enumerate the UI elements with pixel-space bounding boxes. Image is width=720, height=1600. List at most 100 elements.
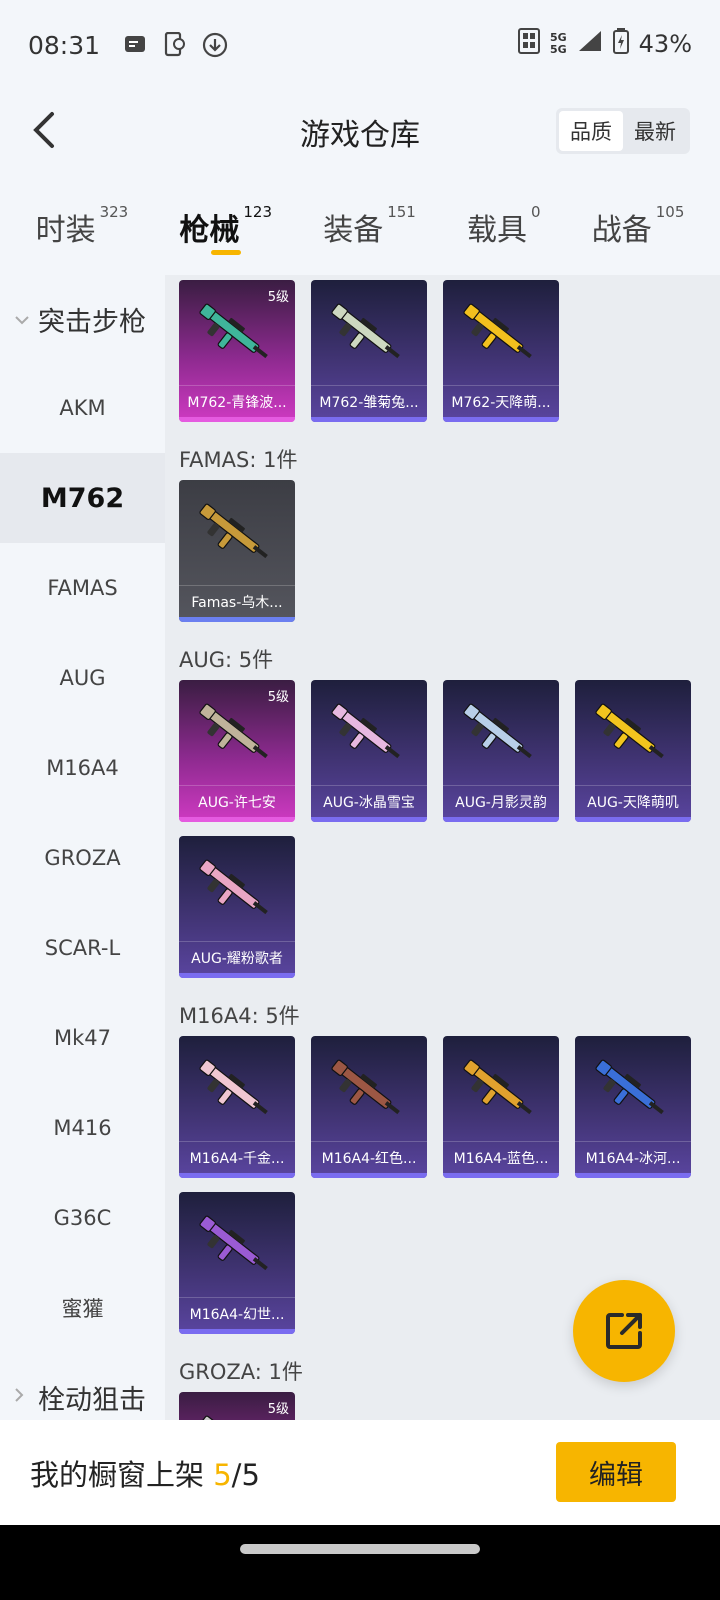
sidebar-item-g36c[interactable]: G36C (0, 1173, 165, 1263)
skin-card[interactable]: 5级 (179, 1392, 295, 1420)
skin-level-badge: 5级 (267, 690, 289, 705)
sidebar-item-aug[interactable]: AUG (0, 633, 165, 723)
battery-percent: 43% (638, 30, 692, 58)
skin-level-badge: 5级 (267, 290, 289, 305)
section-title-famas: FAMAS: 1件 (179, 448, 298, 472)
showcase-total: /5 (231, 1458, 260, 1492)
sort-quality-button[interactable]: 品质 (559, 111, 623, 151)
sidebar-category-assault-rifle[interactable]: 突击步枪 (0, 275, 165, 363)
download-icon (202, 32, 228, 58)
status-time: 08:31 (28, 30, 101, 60)
active-tab-indicator (211, 250, 242, 255)
skin-grid-m762: 5级 M762-青锋波... M762-雏菊兔... M762-天降萌... (179, 280, 699, 422)
skin-card[interactable]: AUG-耀粉歌者 (179, 836, 295, 978)
skin-level-badge: 5级 (267, 1402, 289, 1417)
sidebar-category-label: 栓动狙击 (38, 1384, 146, 1416)
skin-name: AUG-耀粉歌者 (179, 941, 295, 973)
skin-card[interactable]: AUG-月影灵韵 (443, 680, 559, 822)
skin-name: M16A4-红色... (311, 1141, 427, 1173)
tab-firearms[interactable]: 枪械 123 (179, 195, 272, 265)
tab-label: 战备 (591, 213, 652, 248)
sidebar-item-m416[interactable]: M416 (0, 1083, 165, 1173)
skin-card[interactable]: M16A4-红色... (311, 1036, 427, 1178)
sidebar-category-bolt-sniper[interactable]: 栓动狙击 (0, 1353, 165, 1420)
phone-sync-icon (162, 32, 188, 58)
rifle-icon (199, 303, 268, 359)
status-bar: 08:31 5G 5G 43% (0, 0, 720, 90)
skin-card[interactable]: AUG-冰晶雪宝 (311, 680, 427, 822)
skin-card[interactable]: M762-雏菊兔... (311, 280, 427, 422)
skin-name: M16A4-蓝色... (443, 1141, 559, 1173)
share-fab-button[interactable] (573, 1280, 675, 1382)
tab-battle-prep[interactable]: 战备 105 (592, 195, 685, 265)
rarity-bar (179, 973, 295, 978)
tab-fashion[interactable]: 时装 323 (36, 195, 129, 265)
sim-icon (517, 28, 540, 60)
rifle-icon (595, 703, 664, 759)
skin-name: M16A4-冰河... (575, 1141, 691, 1173)
back-arrow-icon (33, 112, 54, 148)
rarity-bar (179, 1329, 295, 1334)
skin-card[interactable]: M16A4-千金... (179, 1036, 295, 1178)
sidebar-item-scar-l[interactable]: SCAR-L (0, 903, 165, 993)
rarity-bar (179, 617, 295, 622)
skin-grid-famas: Famas-乌木... (179, 480, 699, 622)
sort-newest-button[interactable]: 最新 (623, 111, 687, 151)
chevron-right-icon (14, 1387, 38, 1407)
sidebar-item-m762[interactable]: M762 (0, 453, 165, 543)
skin-card[interactable]: M16A4-冰河... (575, 1036, 691, 1178)
skin-card[interactable]: AUG-天降萌叽 (575, 680, 691, 822)
rifle-icon (199, 1415, 216, 1420)
edit-button[interactable]: 编辑 (556, 1442, 676, 1502)
skin-card[interactable]: M16A4-幻世... (179, 1192, 295, 1334)
home-gesture-handle[interactable] (240, 1544, 480, 1554)
rarity-bar (575, 1173, 691, 1178)
rarity-bar (575, 817, 691, 822)
rifle-icon (199, 859, 268, 915)
rarity-bar (443, 817, 559, 822)
message-icon (122, 32, 148, 58)
skin-card[interactable]: 5级 AUG-许七安 (179, 680, 295, 822)
battery-icon (612, 28, 629, 60)
sidebar-item-akm[interactable]: AKM (0, 363, 165, 453)
tab-vehicles[interactable]: 载具 0 (467, 195, 541, 265)
sidebar-item-famas[interactable]: FAMAS (0, 543, 165, 633)
sidebar-item-honey-badger[interactable]: 蜜獾 (0, 1263, 165, 1353)
section-title-m16a4: M16A4: 5件 (179, 1004, 300, 1028)
skin-card[interactable]: M762-天降萌... (443, 280, 559, 422)
rarity-bar (179, 417, 295, 422)
rifle-icon (199, 1059, 268, 1115)
back-button[interactable] (18, 104, 70, 156)
rifle-icon (595, 1059, 664, 1115)
skin-card[interactable]: 5级 M762-青锋波... (179, 280, 295, 422)
rifle-icon (463, 303, 532, 359)
skin-card[interactable]: Famas-乌木... (179, 480, 295, 622)
weapon-sidebar: 突击步枪 AKM M762 FAMAS AUG M16A4 GROZA SCAR… (0, 275, 165, 1420)
status-right: 5G 5G 43% (517, 28, 692, 60)
tab-count: 105 (655, 203, 685, 221)
tab-equipment[interactable]: 装备 151 (323, 195, 416, 265)
rifle-icon (331, 703, 400, 759)
skin-grid-aug: 5级 AUG-许七安 AUG-冰晶雪宝 AUG-月影灵韵 AUG-天降萌叽 AUG-耀粉歌… (179, 680, 699, 978)
sidebar-item-m16a4[interactable]: M16A4 (0, 723, 165, 813)
tab-label: 载具 (467, 213, 528, 248)
skin-name: M762-雏菊兔... (311, 385, 427, 417)
sidebar-category-label: 突击步枪 (38, 306, 146, 338)
rarity-bar (311, 417, 427, 422)
rarity-bar (443, 417, 559, 422)
rifle-icon (199, 703, 268, 759)
system-nav-bar (0, 1525, 720, 1600)
chevron-down-icon (14, 310, 38, 329)
skin-name: AUG-月影灵韵 (443, 785, 559, 817)
skin-list: 5级 M762-青锋波... M762-雏菊兔... M762-天降萌... FAMA… (165, 275, 720, 1420)
showcase-current-count: 5 (213, 1458, 232, 1492)
signal-icon (577, 29, 603, 59)
sidebar-item-groza[interactable]: GROZA (0, 813, 165, 903)
sidebar-item-mk47[interactable]: Mk47 (0, 993, 165, 1083)
skin-name: M16A4-幻世... (179, 1297, 295, 1329)
tab-label: 时装 (35, 213, 96, 248)
skin-card[interactable]: M16A4-蓝色... (443, 1036, 559, 1178)
tab-label: 枪械 (179, 213, 240, 248)
header: 游戏仓库 品质 最新 (0, 90, 720, 170)
tab-count: 0 (531, 203, 541, 221)
